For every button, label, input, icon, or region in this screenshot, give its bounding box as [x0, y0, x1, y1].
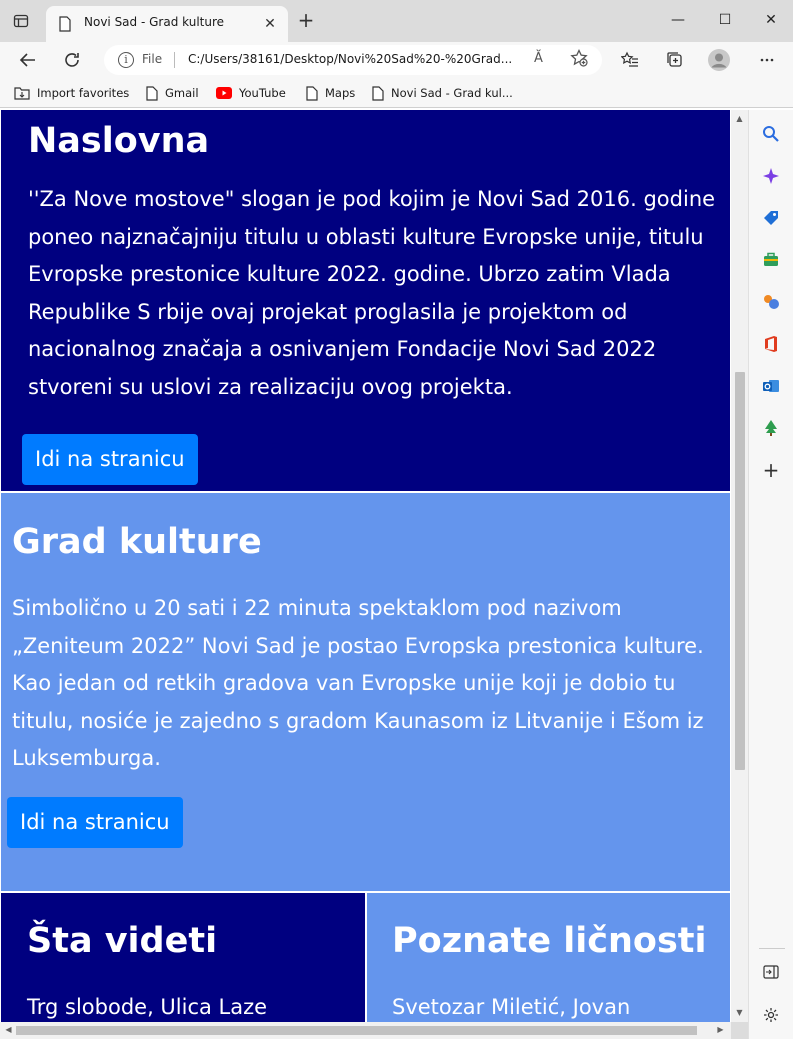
- tab-close-icon[interactable]: ✕: [260, 14, 280, 34]
- close-window-button[interactable]: ✕: [756, 10, 786, 30]
- read-aloud-icon[interactable]: Ă: [534, 51, 543, 66]
- scheme-label: File: [142, 52, 163, 66]
- active-tab[interactable]: Novi Sad - Grad kulture ✕: [46, 6, 288, 42]
- favorites-list-icon: [621, 51, 638, 67]
- section-grad-kulture: Grad kulture Simbolično u 20 sati i 22 m…: [0, 492, 731, 892]
- vertical-scrollbar[interactable]: ▲ ▼: [731, 110, 748, 1022]
- youtube-icon: [216, 87, 232, 99]
- scroll-up-icon[interactable]: ▲: [731, 114, 748, 123]
- edge-sidebar: +: [748, 110, 793, 1039]
- scroll-right-icon[interactable]: ▶: [712, 1025, 729, 1034]
- tab-bar: Novi Sad - Grad kulture ✕ + — ☐ ✕: [0, 0, 793, 42]
- profile-button[interactable]: [707, 48, 731, 72]
- settings-menu-button[interactable]: [755, 48, 779, 72]
- info-icon[interactable]: i: [118, 52, 134, 68]
- collections-button[interactable]: [663, 48, 687, 72]
- bookmark-novi-sad[interactable]: Novi Sad - Grad kul...: [372, 84, 513, 102]
- search-icon[interactable]: [761, 124, 781, 144]
- new-tab-button[interactable]: +: [296, 10, 316, 31]
- section-text: Simbolično u 20 sati i 22 minuta spektak…: [12, 596, 704, 770]
- add-sidebar-app-icon[interactable]: +: [761, 458, 781, 482]
- address-bar[interactable]: i File C:/Users/38161/Desktop/Novi%20Sad…: [104, 45, 602, 75]
- section-sta-videti: Šta videti Trg slobode, Ulica Laze: [0, 892, 366, 1022]
- shopping-tag-icon[interactable]: [761, 208, 781, 228]
- tree-icon[interactable]: [761, 418, 781, 438]
- avatar-icon: [708, 49, 730, 71]
- bookmark-label: YouTube: [239, 86, 286, 100]
- back-arrow-icon: [19, 53, 35, 67]
- scrollbar-corner: [731, 1022, 748, 1039]
- section-text: Trg slobode, Ulica Laze: [27, 995, 268, 1019]
- bookmark-maps[interactable]: Maps: [306, 84, 355, 102]
- address-bar-row: i File C:/Users/38161/Desktop/Novi%20Sad…: [0, 42, 793, 78]
- back-button[interactable]: [16, 48, 40, 72]
- bookmark-youtube[interactable]: YouTube: [216, 84, 286, 102]
- horizontal-scroll-thumb[interactable]: [16, 1026, 697, 1035]
- page-icon: [306, 85, 318, 101]
- section-title: Poznate ličnosti: [392, 921, 707, 961]
- refresh-button[interactable]: [60, 48, 84, 72]
- collections-icon: [667, 52, 682, 67]
- minimize-button[interactable]: —: [663, 10, 693, 30]
- refresh-icon: [65, 53, 79, 67]
- horizontal-scrollbar[interactable]: ◀ ▶: [0, 1022, 731, 1039]
- more-dots-icon: [760, 58, 774, 62]
- page-icon: [146, 85, 158, 101]
- scroll-down-icon[interactable]: ▼: [731, 1008, 748, 1017]
- favorites-bar: Import favorites Gmail YouTube Maps Novi…: [0, 78, 793, 108]
- tab-actions-icon: [13, 14, 29, 28]
- bookmark-label: Import favorites: [37, 86, 130, 100]
- section-text: ''Za Nove mostove" slogan je pod kojim j…: [28, 187, 716, 399]
- bookmark-label: Gmail: [165, 86, 199, 100]
- sidebar-settings-gear-icon[interactable]: [761, 1005, 781, 1025]
- outlook-icon[interactable]: [761, 376, 781, 396]
- page-viewport: Naslovna ''Za Nove mostove" slogan je po…: [0, 110, 731, 1022]
- maximize-button[interactable]: ☐: [710, 10, 740, 30]
- grad-goto-button[interactable]: Idi na stranicu: [7, 797, 183, 848]
- section-title: Grad kulture: [12, 522, 262, 562]
- section-naslovna: Naslovna ''Za Nove mostove" slogan je po…: [0, 110, 731, 492]
- section-title: Naslovna: [28, 121, 210, 161]
- sidebar-separator: [759, 948, 785, 949]
- hide-sidebar-icon[interactable]: [761, 962, 781, 982]
- section-title: Šta videti: [27, 921, 218, 961]
- naslovna-goto-button[interactable]: Idi na stranicu: [22, 434, 198, 485]
- address-separator: [174, 52, 175, 68]
- url-text[interactable]: C:/Users/38161/Desktop/Novi%20Sad%20-%20…: [188, 52, 512, 66]
- import-icon: [14, 87, 30, 100]
- bookmark-label: Maps: [325, 86, 356, 100]
- page-icon: [59, 16, 71, 32]
- section-text: Svetozar Miletić, Jovan: [392, 995, 631, 1019]
- tab-title: Novi Sad - Grad kulture: [84, 15, 225, 29]
- bookmark-label: Novi Sad - Grad kul...: [391, 86, 513, 100]
- tab-actions-button[interactable]: [10, 10, 32, 32]
- favorites-button[interactable]: [618, 48, 642, 72]
- bookmark-import-favorites[interactable]: Import favorites: [14, 84, 129, 102]
- tools-briefcase-icon[interactable]: [761, 250, 781, 270]
- bookmark-gmail[interactable]: Gmail: [146, 84, 199, 102]
- add-favorite-icon[interactable]: [570, 49, 588, 67]
- scroll-left-icon[interactable]: ◀: [0, 1025, 17, 1034]
- vertical-scroll-thumb[interactable]: [735, 372, 745, 770]
- section-poznate-licnosti: Poznate ličnosti Svetozar Miletić, Jovan: [366, 892, 731, 1022]
- games-icon[interactable]: [761, 292, 781, 312]
- office-icon[interactable]: [761, 334, 781, 354]
- copilot-sparkle-icon[interactable]: [761, 166, 781, 186]
- page-icon: [372, 85, 384, 101]
